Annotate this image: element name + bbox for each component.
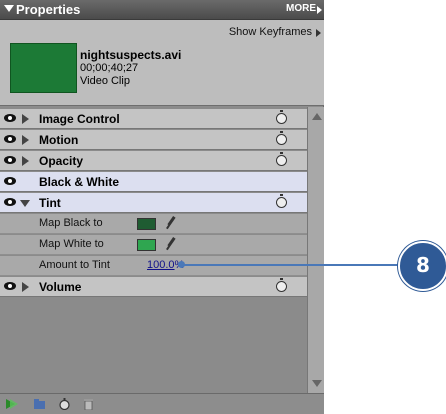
effect-label: Image Control: [39, 112, 120, 126]
amount-number[interactable]: 100.0: [147, 259, 175, 271]
eye-icon[interactable]: [4, 156, 16, 164]
effect-label: Black & White: [39, 175, 120, 189]
reset-stopwatch-icon[interactable]: [276, 194, 287, 208]
clip-name: nightsuspects.avi: [80, 48, 182, 62]
map-black-color-swatch[interactable]: [137, 218, 156, 230]
step-number: 8: [416, 253, 430, 277]
effect-label: Volume: [39, 280, 82, 294]
eyedropper-icon[interactable]: [165, 216, 177, 230]
effect-row-volume[interactable]: Volume: [0, 277, 307, 297]
folder-icon[interactable]: [33, 398, 46, 410]
properties-panel: Properties MORE Show Keyframes nightsusp…: [0, 0, 324, 414]
reset-stopwatch-icon[interactable]: [276, 152, 287, 166]
property-row-map-white: Map White to: [0, 235, 307, 255]
collapse-arrow-icon[interactable]: [4, 5, 14, 12]
effect-row-black-white[interactable]: Black & White: [0, 172, 307, 192]
collapse-triangle-icon[interactable]: [20, 200, 30, 207]
reset-stopwatch-icon[interactable]: [276, 278, 287, 292]
effect-row-image-control[interactable]: Image Control: [0, 109, 307, 129]
effects-list: Image Control Motion Opacity Black & Whi…: [0, 107, 307, 393]
map-white-color-swatch[interactable]: [137, 239, 156, 251]
effect-label: Tint: [39, 196, 61, 210]
panel-bottom-toolbar: [0, 393, 324, 414]
property-row-amount-to-tint: Amount to Tint 100.0%: [0, 256, 307, 276]
play-effect-icon[interactable]: [5, 398, 18, 410]
reset-stopwatch-icon[interactable]: [276, 131, 287, 145]
eye-icon[interactable]: [4, 198, 16, 206]
property-label: Amount to Tint: [39, 259, 110, 271]
scroll-down-arrow-icon[interactable]: [312, 380, 322, 387]
callout-pointer-dot: [178, 261, 185, 268]
eye-icon[interactable]: [4, 282, 16, 290]
eye-icon[interactable]: [4, 135, 16, 143]
property-label: Map White to: [39, 238, 104, 250]
eye-icon[interactable]: [4, 177, 16, 185]
show-keyframes-button[interactable]: Show Keyframes: [229, 26, 312, 38]
step-callout-badge: 8: [398, 241, 446, 291]
property-row-map-black: Map Black to: [0, 214, 307, 234]
expand-triangle-icon[interactable]: [22, 282, 29, 292]
expand-triangle-icon[interactable]: [22, 156, 29, 166]
show-keyframes-icon[interactable]: [316, 29, 321, 37]
clip-timecode: 00;00;40;27: [80, 62, 139, 74]
effect-row-motion[interactable]: Motion: [0, 130, 307, 150]
clip-type: Video Clip: [80, 75, 130, 87]
more-menu-button[interactable]: MORE: [286, 3, 316, 14]
clip-thumbnail: [10, 43, 77, 93]
panel-title: Properties: [16, 2, 81, 17]
effect-row-opacity[interactable]: Opacity: [0, 151, 307, 171]
trash-icon[interactable]: [82, 398, 95, 410]
more-arrow-icon[interactable]: [317, 6, 322, 14]
callout-line: [182, 264, 419, 266]
vertical-scrollbar[interactable]: [307, 107, 324, 393]
stopwatch-icon[interactable]: [58, 398, 71, 410]
effect-label: Opacity: [39, 154, 84, 168]
eyedropper-icon[interactable]: [165, 237, 177, 251]
panel-titlebar: Properties MORE: [0, 0, 324, 20]
eye-icon[interactable]: [4, 114, 16, 122]
expand-triangle-icon[interactable]: [22, 114, 29, 124]
property-label: Map Black to: [39, 217, 103, 229]
effect-label: Motion: [39, 133, 79, 147]
scroll-up-arrow-icon[interactable]: [312, 113, 322, 120]
clip-header: Show Keyframes nightsuspects.avi 00;00;4…: [0, 20, 324, 106]
expand-triangle-icon[interactable]: [22, 135, 29, 145]
effect-row-tint[interactable]: Tint: [0, 193, 307, 213]
reset-stopwatch-icon[interactable]: [276, 110, 287, 124]
